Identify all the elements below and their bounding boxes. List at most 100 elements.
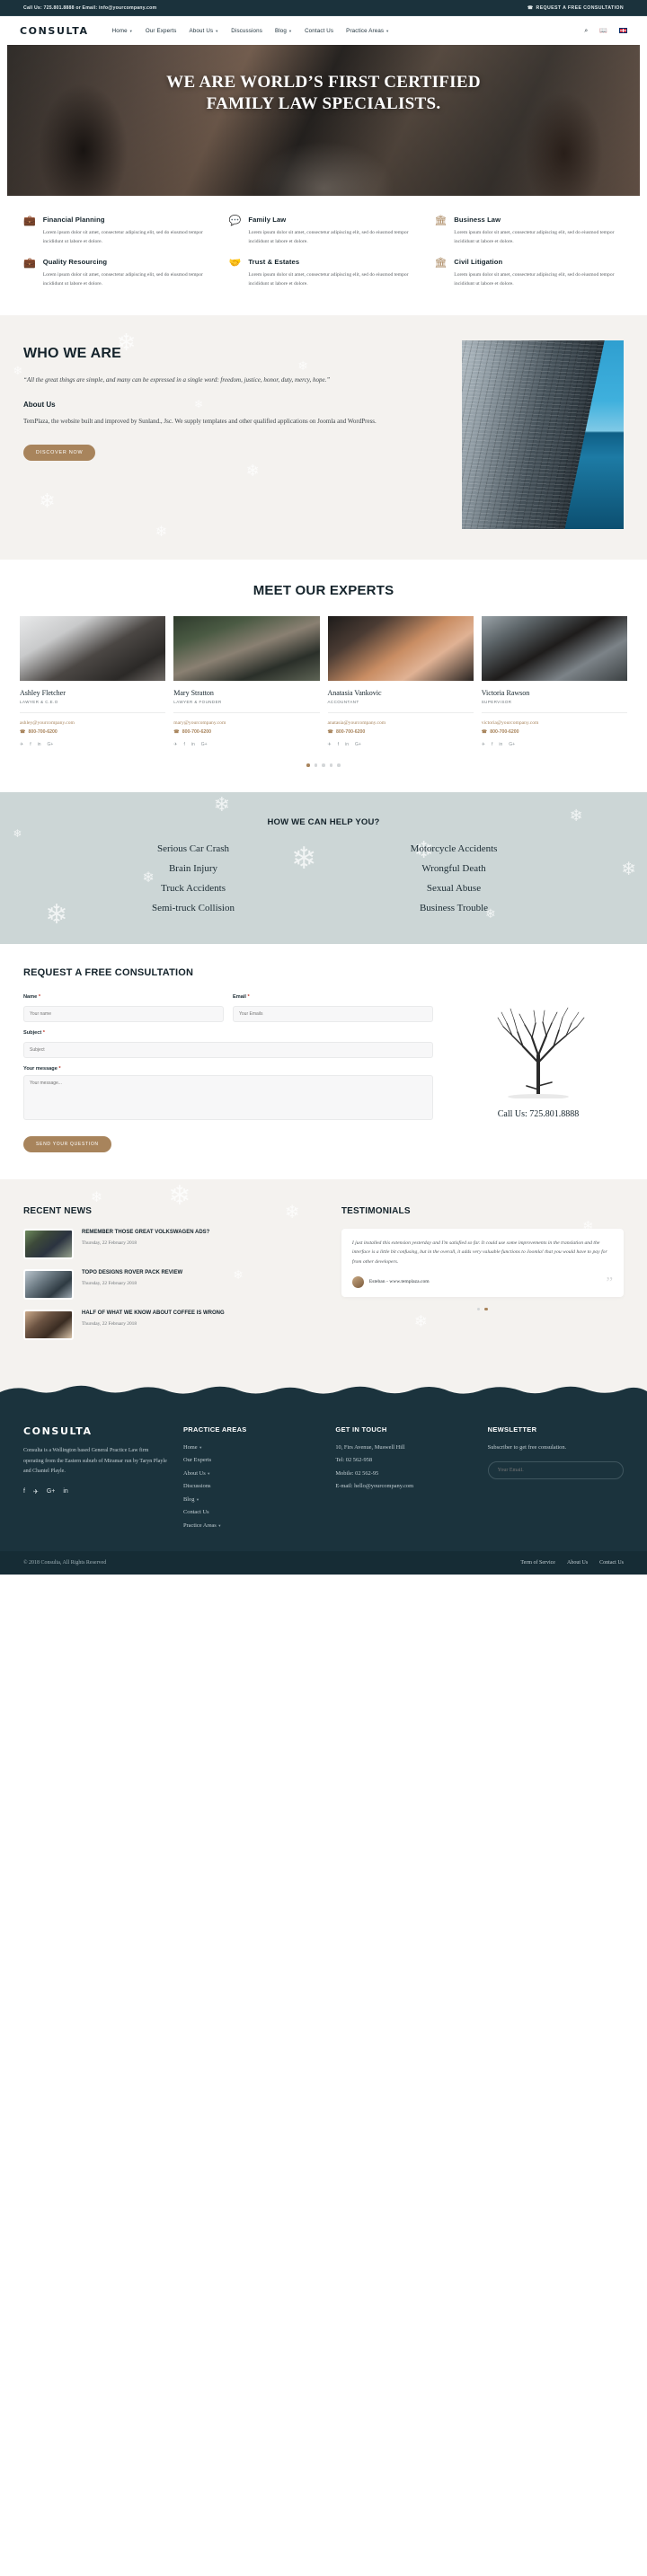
- carousel-dot[interactable]: [337, 763, 341, 767]
- expert-card[interactable]: Anatasia Vankovic ACCOUNTANT anatasia@yo…: [327, 616, 474, 747]
- facebook-icon[interactable]: f: [183, 742, 184, 747]
- nav-item-contact-us[interactable]: Contact Us: [305, 28, 333, 34]
- carousel-dot[interactable]: [314, 763, 318, 767]
- carousel-dot[interactable]: [329, 763, 333, 767]
- expert-email[interactable]: victoria@yourcompany.com: [482, 720, 627, 726]
- expert-phone[interactable]: ☎ 800-700-6200: [173, 729, 319, 735]
- footer-bottom-link-contact-us[interactable]: Contact Us: [599, 1560, 624, 1566]
- help-link-business-trouble[interactable]: Business Trouble: [324, 903, 584, 913]
- expert-phone[interactable]: ☎ 800-700-6200: [20, 729, 165, 735]
- service-card[interactable]: 🤝 Trust & Estates Lorem ipsum dolor sit …: [229, 258, 419, 289]
- news-item[interactable]: HALF OF WHAT WE KNOW ABOUT COFFEE IS WRO…: [23, 1309, 320, 1340]
- help-link-sexual-abuse[interactable]: Sexual Abuse: [324, 883, 584, 894]
- nav-item-home[interactable]: Home ▼: [112, 28, 133, 34]
- footer-link-about-us[interactable]: About Us ▼: [183, 1470, 319, 1477]
- carousel-dot[interactable]: [306, 763, 310, 767]
- topbar-cta[interactable]: ☎ REQUEST A FREE CONSULTATION: [527, 5, 624, 11]
- expert-card[interactable]: Victoria Rawson SUPERVISOR victoria@your…: [481, 616, 627, 747]
- expert-email[interactable]: mary@yourcompany.com: [173, 720, 319, 726]
- service-card[interactable]: 🏛 Civil Litigation Lorem ipsum dolor sit…: [434, 258, 624, 289]
- service-card[interactable]: 🏛 Business Law Lorem ipsum dolor sit ame…: [434, 216, 624, 247]
- help-link-brain-injury[interactable]: Brain Injury: [63, 863, 324, 874]
- nav-item-our-experts[interactable]: Our Experts: [146, 28, 177, 34]
- book-icon[interactable]: 📖: [599, 28, 607, 34]
- newsletter-email-input[interactable]: [487, 1460, 624, 1479]
- twitter-icon[interactable]: ✈: [482, 742, 485, 747]
- email-input[interactable]: [233, 1005, 433, 1022]
- service-card[interactable]: 💼 Financial Planning Lorem ipsum dolor s…: [23, 216, 213, 247]
- footer-logo[interactable]: CONSULTA: [23, 1425, 167, 1437]
- footer-link-our-experts[interactable]: Our Experts: [183, 1457, 319, 1463]
- nav-item-blog[interactable]: Blog ▼: [275, 28, 292, 34]
- help-link-wrongful-death[interactable]: Wrongful Death: [324, 863, 584, 874]
- nav-label: Our Experts: [145, 27, 177, 34]
- facebook-icon[interactable]: f: [23, 1488, 25, 1495]
- twitter-icon[interactable]: ✈: [328, 742, 332, 747]
- nav-item-discussions[interactable]: Discussions: [231, 28, 262, 34]
- expert-phone[interactable]: ☎ 800-700-6200: [328, 729, 474, 735]
- footer-link-discussions[interactable]: Discussions: [183, 1483, 319, 1489]
- experts-section: MEET OUR EXPERTS Ashley Fletcher LAWYER …: [0, 560, 647, 792]
- news-title[interactable]: TOPO DESIGNS ROVER PACK REVIEW: [82, 1269, 182, 1277]
- hero-title-line2: FAMILY LAW SPECIALISTS.: [206, 93, 441, 113]
- name-input[interactable]: [23, 1005, 224, 1022]
- help-links-grid: Serious Car Crash Motorcycle Accidents B…: [0, 843, 647, 913]
- news-item[interactable]: TOPO DESIGNS ROVER PACK REVIEW Thursday,…: [23, 1268, 320, 1300]
- phone-icon: ☎: [481, 729, 488, 736]
- linkedin-icon[interactable]: in: [38, 742, 41, 747]
- required-mark: *: [247, 993, 250, 1000]
- facebook-icon[interactable]: f: [338, 742, 339, 747]
- help-link-semi-truck-collision[interactable]: Semi-truck Collision: [63, 903, 324, 913]
- twitter-icon[interactable]: ✈: [33, 1488, 39, 1495]
- expert-email[interactable]: ashley@yourcompany.com: [20, 720, 165, 726]
- linkedin-icon[interactable]: in: [63, 1488, 67, 1495]
- facebook-icon[interactable]: f: [30, 742, 31, 747]
- service-text: Lorem ipsum dolor sit amet, consectetur …: [248, 230, 409, 245]
- flag-uk-icon[interactable]: [619, 28, 627, 33]
- google-plus-icon[interactable]: G+: [201, 742, 208, 747]
- chevron-down-icon: ▼: [288, 28, 293, 33]
- help-link-serious-car-crash[interactable]: Serious Car Crash: [63, 843, 324, 854]
- service-title: Financial Planning: [42, 216, 105, 224]
- carousel-dot[interactable]: [484, 1307, 488, 1311]
- news-title[interactable]: REMEMBER THOSE GREAT VOLKSWAGEN ADS?: [82, 1229, 209, 1237]
- expert-phone[interactable]: ☎ 800-700-6200: [482, 729, 627, 735]
- expert-email[interactable]: anatasia@yourcompany.com: [328, 720, 474, 726]
- linkedin-icon[interactable]: in: [345, 742, 349, 747]
- news-title[interactable]: HALF OF WHAT WE KNOW ABOUT COFFEE IS WRO…: [82, 1310, 225, 1318]
- expert-card[interactable]: Ashley Fletcher LAWYER & C.E.O ashley@yo…: [20, 616, 166, 747]
- news-item[interactable]: REMEMBER THOSE GREAT VOLKSWAGEN ADS? Thu…: [23, 1228, 320, 1259]
- discover-now-button[interactable]: DISCOVER NOW: [23, 445, 96, 462]
- google-plus-icon[interactable]: G+: [47, 1488, 56, 1495]
- twitter-icon[interactable]: ✈: [20, 742, 23, 747]
- google-plus-icon[interactable]: G+: [509, 742, 515, 747]
- carousel-dot[interactable]: [322, 763, 325, 767]
- footer-link-contact-us[interactable]: Contact Us: [183, 1509, 319, 1515]
- required-mark: *: [42, 1029, 45, 1036]
- service-card[interactable]: 💬 Family Law Lorem ipsum dolor sit amet,…: [229, 216, 419, 247]
- help-link-truck-accidents[interactable]: Truck Accidents: [63, 883, 324, 894]
- linkedin-icon[interactable]: in: [499, 742, 502, 747]
- carousel-dot[interactable]: [476, 1307, 481, 1311]
- google-plus-icon[interactable]: G+: [355, 742, 361, 747]
- expert-card[interactable]: Mary Stratton LAWYER & FOUNDER mary@your…: [173, 616, 320, 747]
- nav-item-about-us[interactable]: About Us ▼: [190, 28, 219, 34]
- consultation-section: REQUEST A FREE CONSULTATION Name * Email…: [0, 943, 647, 1179]
- nav-item-practice-areas[interactable]: Practice Areas ▼: [346, 28, 389, 34]
- message-textarea[interactable]: [23, 1074, 433, 1120]
- subject-input[interactable]: [23, 1041, 433, 1058]
- service-card[interactable]: 💼 Quality Resourcing Lorem ipsum dolor s…: [23, 258, 213, 289]
- footer-bottom-link-term-of-service[interactable]: Term of Service: [520, 1560, 555, 1566]
- google-plus-icon[interactable]: G+: [48, 742, 54, 747]
- send-question-button[interactable]: SEND YOUR QUESTION: [23, 1135, 111, 1152]
- footer-link-home[interactable]: Home ▼: [183, 1444, 319, 1451]
- twitter-icon[interactable]: ✈: [173, 742, 177, 747]
- linkedin-icon[interactable]: in: [191, 742, 195, 747]
- footer-bottom-link-about-us[interactable]: About Us: [567, 1560, 588, 1566]
- site-logo[interactable]: CONSULTA: [20, 25, 89, 37]
- footer-link-practice-areas[interactable]: Practice Areas ▼: [183, 1522, 319, 1529]
- consultation-side: Call Us: 725.801.8888: [453, 994, 624, 1152]
- footer-link-blog[interactable]: Blog ▼: [183, 1496, 319, 1503]
- search-icon[interactable]: ⌕: [584, 28, 588, 34]
- help-link-motorcycle-accidents[interactable]: Motorcycle Accidents: [324, 843, 584, 854]
